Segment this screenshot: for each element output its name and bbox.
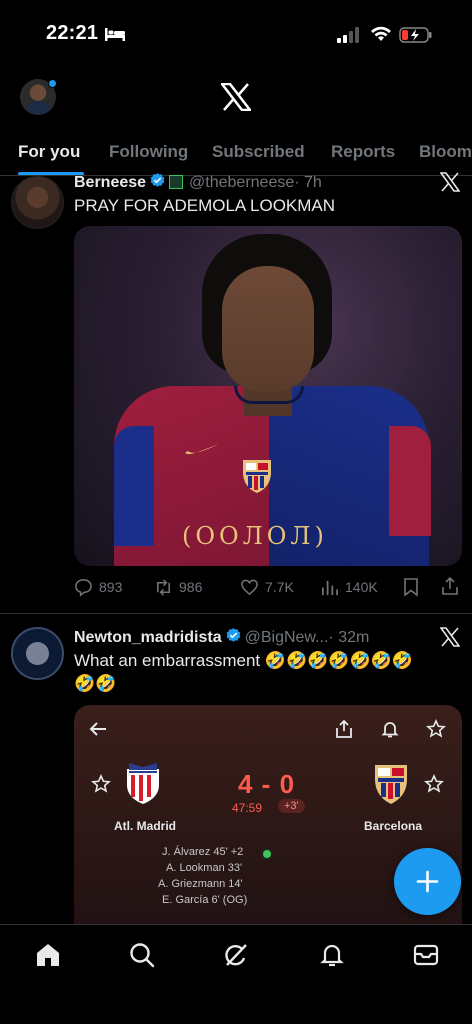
share-icon[interactable] <box>440 576 460 596</box>
author-handle[interactable]: @BigNew... <box>245 629 329 646</box>
notification-dot <box>48 79 57 88</box>
search-icon[interactable] <box>128 941 156 969</box>
scorer-line: A. Griezmann 14' <box>158 878 243 890</box>
view-count: 140K <box>345 579 378 595</box>
reply-icon <box>75 578 92 597</box>
star-icon <box>91 774 111 793</box>
reply-button[interactable]: 893 <box>74 575 122 599</box>
tweet-text-line-1: What an embarrassment 🤣🤣🤣🤣🤣🤣🤣 <box>74 651 414 670</box>
atletico-crest-icon <box>127 763 159 804</box>
battery-icon <box>399 27 432 43</box>
status-time: 22:21 <box>46 22 99 44</box>
tweet-image[interactable]: (ООЛОЛ) <box>74 226 462 566</box>
tweet-header: Berneese @theberneese· 7h <box>74 172 322 192</box>
share-icon <box>336 719 352 738</box>
tweet-divider <box>0 613 472 614</box>
home-team-name: Atl. Madrid <box>114 819 176 833</box>
verified-badge-icon <box>150 173 165 187</box>
tab-subscribed[interactable]: Subscribed <box>212 142 305 162</box>
compose-button[interactable] <box>394 848 461 915</box>
x-logo-icon[interactable] <box>221 83 251 111</box>
tweet-time: · 32m <box>328 629 370 646</box>
messages-icon[interactable] <box>412 941 440 969</box>
tweet-author-avatar[interactable] <box>11 627 64 680</box>
tweet-text-line-2: 🤣🤣 <box>74 674 117 693</box>
author-name[interactable]: Berneese <box>74 174 146 191</box>
bottom-navigation <box>0 924 472 1024</box>
tweet-author-avatar[interactable] <box>11 176 64 229</box>
author-name[interactable]: Newton_madridista <box>74 629 222 646</box>
match-clock: 47:59 <box>232 801 263 815</box>
tab-bloom[interactable]: Bloom <box>419 142 472 162</box>
nike-logo-icon <box>185 444 219 454</box>
tweet-text: PRAY FOR ADEMOLA LOOKMAN <box>74 196 336 215</box>
wifi-icon <box>371 26 391 41</box>
views-button[interactable]: 140K <box>320 575 378 599</box>
bell-icon <box>381 722 399 738</box>
heart-icon <box>241 579 258 595</box>
match-score: 4 - 0 <box>238 769 296 799</box>
star-icon <box>424 774 444 793</box>
star-icon <box>426 719 446 738</box>
x-logo-icon[interactable] <box>440 627 460 647</box>
like-count: 7.7K <box>265 579 294 595</box>
repost-count: 986 <box>179 579 203 595</box>
repost-button[interactable]: 986 <box>154 575 202 599</box>
scorer-line: E. García 6' (OG) <box>162 894 248 906</box>
cellular-signal-icon <box>337 27 359 43</box>
goal-ball-icon <box>261 848 273 860</box>
tweet-actions: 893 986 7.7K 140K <box>74 575 466 599</box>
compose-icon <box>416 870 439 893</box>
reply-count: 893 <box>99 579 123 595</box>
scorer-line: A. Lookman 33' <box>166 862 243 874</box>
repost-icon <box>157 578 170 596</box>
tweet-header: Newton_madridista @BigNew...· 32m <box>74 627 369 647</box>
status-bar: 22:21 <box>0 0 472 66</box>
tab-reports[interactable]: Reports <box>331 142 395 162</box>
away-team-name: Barcelona <box>364 819 423 833</box>
added-time-badge: +3' <box>278 799 305 813</box>
tab-for-you[interactable]: For you <box>18 142 80 162</box>
notifications-icon[interactable] <box>318 941 346 969</box>
tab-following[interactable]: Following <box>109 142 188 162</box>
scorer-line: J. Álvarez 45' +2 <box>162 846 244 858</box>
affiliate-badge-icon <box>169 175 184 189</box>
verified-badge-icon <box>226 628 240 642</box>
shirt-sponsor-text: (ООЛОЛ) <box>182 522 328 550</box>
views-icon <box>321 580 338 595</box>
sleep-focus-icon <box>105 28 125 41</box>
bookmark-icon[interactable] <box>402 577 420 597</box>
home-icon[interactable] <box>34 941 62 969</box>
timeline-tabs: For you Following Subscribed Reports Blo… <box>0 132 472 176</box>
tweet-time: · 7h <box>294 174 322 191</box>
x-logo-icon[interactable] <box>440 172 460 192</box>
barcelona-crest-icon <box>243 460 271 493</box>
back-arrow-icon <box>89 722 106 736</box>
author-handle[interactable]: @theberneese <box>189 174 294 191</box>
grok-icon[interactable] <box>222 941 250 969</box>
barcelona-crest-icon <box>375 765 407 804</box>
like-button[interactable]: 7.7K <box>240 575 294 599</box>
